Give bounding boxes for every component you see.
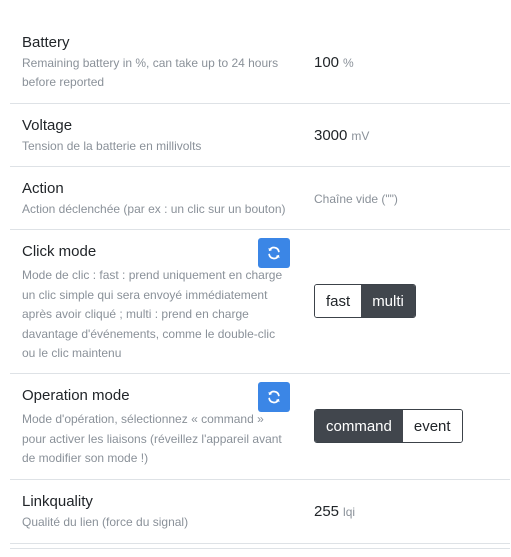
click-mode-toggle: fast multi [314,284,416,318]
battery-desc-line2: before reported [22,75,105,89]
refresh-icon [268,390,280,404]
battery-desc-line1: Remaining battery in %, can take up to 2… [22,56,279,70]
operation-mode-refresh-button[interactable] [258,382,290,412]
row-action: Action Action déclenchée (par ex : un cl… [10,167,510,230]
operation-mode-desc-line3: de modifier son mode !) [22,451,149,466]
voltage-title: Voltage [22,117,73,134]
operation-mode-desc-line2: pour activer les liaisons (réveillez l'a… [22,431,282,446]
click-mode-desc-line1: Mode de clic : fast : prend uniquement e… [22,268,283,282]
click-mode-option-fast[interactable]: fast [315,285,362,317]
operation-mode-option-command[interactable]: command [315,410,403,442]
voltage-desc: Tension de la batterie en millivolts [22,139,202,153]
voltage-value-wrap: 3000 mV [314,127,369,144]
battery-title: Battery [22,34,70,51]
click-mode-title: Click mode [22,243,97,260]
click-mode-option-multi[interactable]: multi [361,285,415,317]
battery-value: 100 [314,54,340,71]
click-mode-desc-line2: un clic simple qui sera envoyé immédiate… [22,287,268,302]
click-mode-desc-line3: après avoir cliqué ; multi : prend en ch… [22,307,249,322]
operation-mode-desc-line1: Mode d'opération, sélectionnez « command… [22,412,264,426]
action-value: Chaîne vide ("") [314,192,398,206]
click-mode-desc-line4: davantage d'événements, comme le double-… [22,326,276,341]
action-title: Action [22,180,64,197]
operation-mode-toggle: command event [314,409,463,443]
voltage-value: 3000 [314,127,348,144]
operation-mode-option-event[interactable]: event [402,410,462,442]
row-click-mode: Click mode Mode de clic : fast : prend u… [10,230,510,374]
click-mode-refresh-button[interactable] [258,238,290,268]
linkquality-value: 255 [314,503,340,520]
refresh-icon [268,246,280,260]
click-mode-desc-line5: ou le clic maintenu [22,346,122,361]
battery-unit: % [343,56,354,70]
row-voltage: Voltage Tension de la batterie en milliv… [10,104,510,167]
voltage-unit: mV [351,129,370,143]
operation-mode-title: Operation mode [22,387,130,404]
row-operation-mode: Operation mode Mode d'opération, sélecti… [10,374,510,480]
battery-value-wrap: 100% [314,54,354,71]
action-desc: Action déclenchée (par ex : un clic sur … [22,202,286,216]
linkquality-value-wrap: 255 lqi [314,503,355,520]
linkquality-unit: lqi [343,505,356,519]
bottom-divider [10,548,510,549]
row-battery: Battery Remaining battery in %, can take… [10,22,510,104]
linkquality-title: Linkquality [22,493,93,510]
exposes-panel: Battery Remaining battery in %, can take… [0,0,511,557]
row-linkquality: Linkquality Qualité du lien (force du si… [10,480,510,544]
linkquality-desc: Qualité du lien (force du signal) [22,515,189,529]
